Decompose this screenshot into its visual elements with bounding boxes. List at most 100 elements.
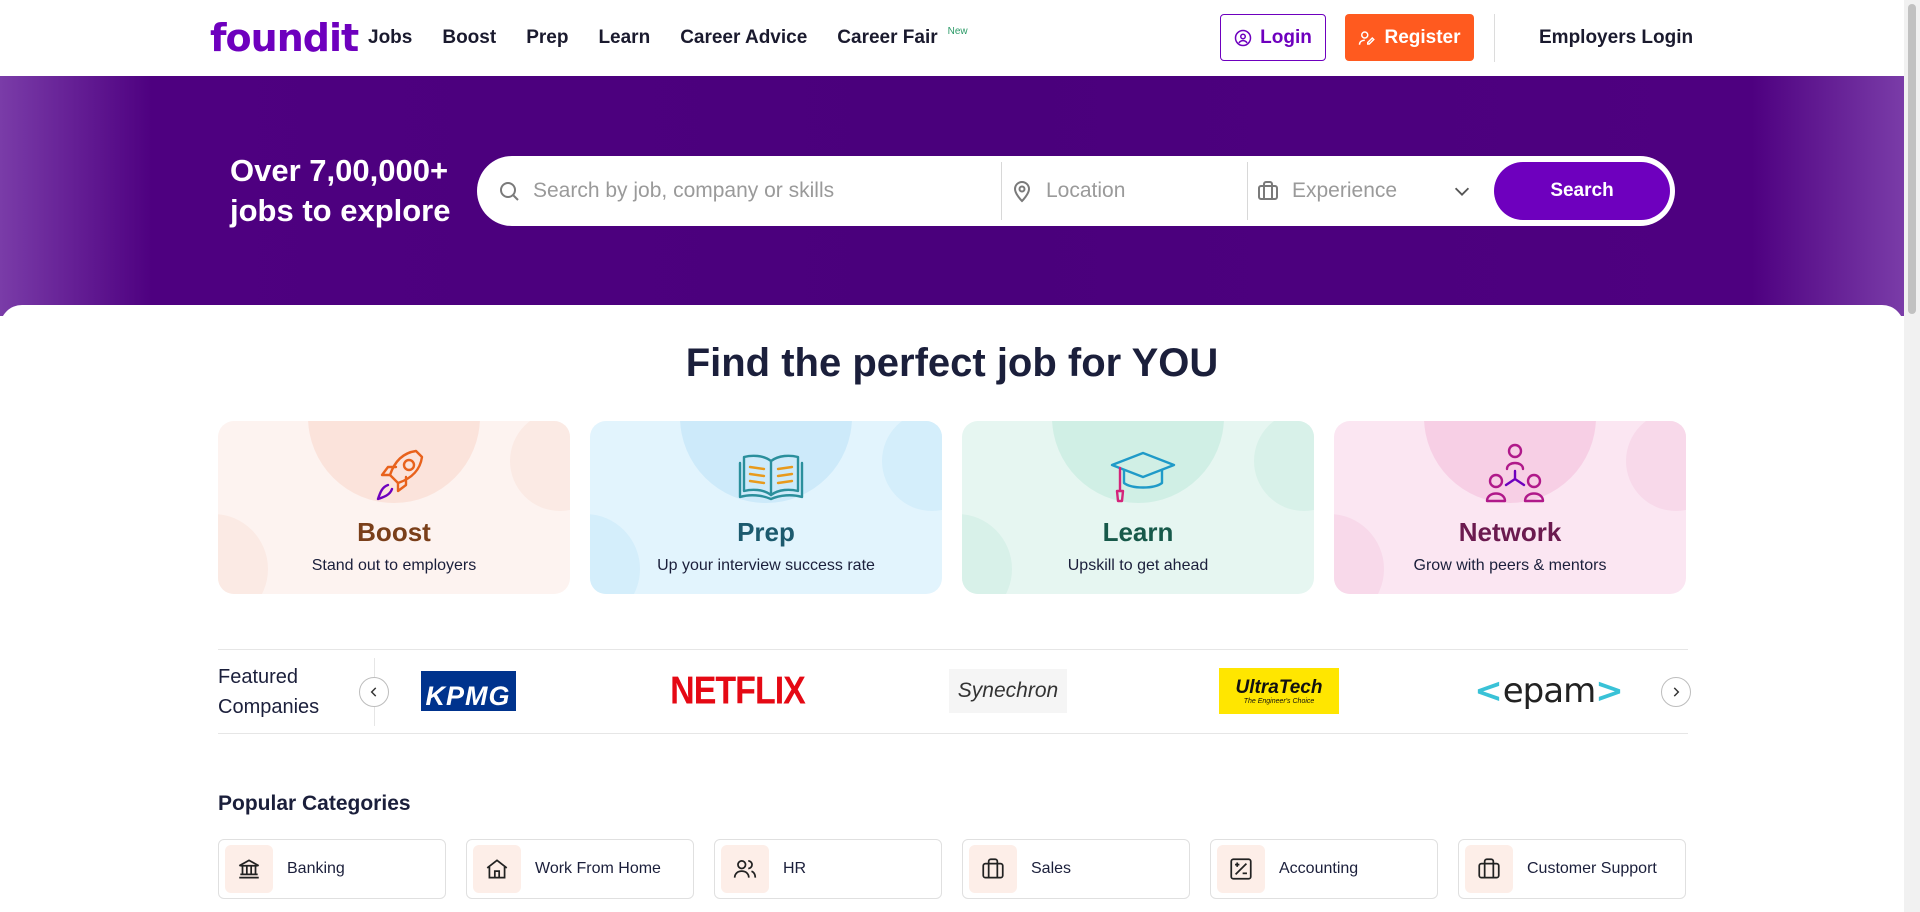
- category-customer-support[interactable]: Customer Support: [1458, 839, 1686, 899]
- keyword-search-input[interactable]: [533, 179, 853, 203]
- hero-title-line1: Over 7,00,000+: [230, 153, 449, 188]
- category-banking[interactable]: Banking: [218, 839, 446, 899]
- category-label: Banking: [287, 860, 345, 877]
- briefcase-icon: [1478, 858, 1500, 879]
- kpmg-logo-text: KPMG: [425, 681, 511, 711]
- location-input[interactable]: [1046, 179, 1226, 203]
- graduation-cap-icon: [1110, 451, 1176, 503]
- rocket-icon: [376, 449, 424, 501]
- ultratech-logo: UltraTech The Engineer's Choice: [1219, 668, 1339, 714]
- chevron-left-icon: [370, 687, 377, 697]
- category-work-from-home[interactable]: Work From Home: [466, 839, 694, 899]
- user-circle-icon: [1234, 29, 1252, 46]
- category-sales[interactable]: Sales: [962, 839, 1190, 899]
- company-logo-netflix[interactable]: NETFLIX: [670, 666, 806, 716]
- company-logo-ultratech[interactable]: UltraTech The Engineer's Choice: [1219, 666, 1339, 716]
- category-label: Work From Home: [535, 860, 661, 877]
- company-logo-kpmg[interactable]: KPMG: [419, 666, 517, 716]
- category-label: Accounting: [1279, 860, 1359, 877]
- card-decoration: [882, 421, 942, 511]
- card-boost[interactable]: Boost Stand out to employers: [218, 421, 570, 594]
- logo-text: foundit: [210, 16, 359, 60]
- carousel-prev-button[interactable]: [359, 677, 389, 707]
- category-label: Sales: [1031, 860, 1072, 877]
- hero-title: Over 7,00,000+ jobs to explore: [230, 151, 450, 231]
- category-label: Customer Support: [1527, 860, 1657, 877]
- card-title: Network: [1458, 517, 1562, 547]
- category-label: HR: [783, 860, 807, 877]
- home-icon: [486, 859, 508, 879]
- search-icon: [500, 182, 519, 201]
- ultratech-tagline: The Engineer's Choice: [1243, 697, 1315, 705]
- card-decoration: [510, 421, 570, 511]
- nav-jobs[interactable]: Jobs: [368, 26, 412, 50]
- category-icon-box: [969, 845, 1017, 893]
- carousel-next-button[interactable]: [1661, 677, 1691, 707]
- netflix-logo-text: NETFLIX: [670, 668, 806, 713]
- network-people-icon: [1485, 443, 1545, 503]
- category-list: Banking Work From Home HR Sales Accounti…: [218, 839, 1686, 899]
- experience-placeholder: Experience: [1292, 179, 1398, 202]
- register-button[interactable]: Register: [1345, 14, 1474, 61]
- company-logo-epam[interactable]: < epam >: [1474, 666, 1623, 716]
- hero-title-line2: jobs to explore: [230, 193, 451, 228]
- card-learn[interactable]: Learn Upskill to get ahead: [962, 421, 1314, 594]
- main-content: Find the perfect job for YOU Boost Stand…: [0, 305, 1904, 912]
- bank-icon: [238, 859, 260, 879]
- main-nav: Jobs Boost Prep Learn Career Advice Care…: [368, 26, 968, 50]
- location-pin-icon: [1013, 181, 1031, 203]
- nav-learn[interactable]: Learn: [598, 26, 650, 50]
- featured-companies: Featured Companies KPMG NETFLIX Synechro…: [218, 649, 1691, 734]
- epam-bracket-right: >: [1595, 671, 1624, 711]
- search-button[interactable]: Search: [1494, 162, 1670, 220]
- epam-bracket-left: <: [1474, 671, 1503, 711]
- category-accounting[interactable]: Accounting: [1210, 839, 1438, 899]
- card-prep[interactable]: Prep Up your interview success rate: [590, 421, 942, 594]
- register-label: Register: [1384, 26, 1461, 48]
- card-decoration: [1626, 421, 1686, 511]
- card-title: Prep: [737, 517, 795, 547]
- login-label: Login: [1260, 26, 1312, 48]
- ultratech-logo-text: UltraTech: [1235, 676, 1323, 698]
- synechron-logo-text: Synechron: [957, 679, 1059, 702]
- card-title: Boost: [357, 517, 431, 547]
- top-header: foundit Jobs Boost Prep Learn Career Adv…: [0, 0, 1904, 76]
- card-title: Learn: [1102, 517, 1174, 547]
- nav-career-fair[interactable]: Career Fair New: [837, 26, 967, 50]
- page-scrollbar[interactable]: [1904, 0, 1920, 912]
- login-button[interactable]: Login: [1220, 14, 1326, 61]
- nav-career-fair-label: Career Fair: [837, 27, 938, 48]
- scrollbar-thumb[interactable]: [1908, 4, 1916, 314]
- calculator-icon: [1230, 858, 1252, 880]
- nav-prep[interactable]: Prep: [526, 26, 568, 50]
- card-subtitle: Up your interview success rate: [657, 557, 875, 574]
- nav-boost[interactable]: Boost: [442, 26, 496, 50]
- card-network[interactable]: Network Grow with peers & mentors: [1334, 421, 1686, 594]
- category-icon-box: [721, 845, 769, 893]
- chevron-down-icon: [1454, 187, 1470, 196]
- category-icon-box: [225, 845, 273, 893]
- kpmg-logo: KPMG: [420, 671, 516, 711]
- card-subtitle: Stand out to employers: [311, 557, 477, 574]
- chevron-right-icon: [1673, 687, 1680, 697]
- header-divider: [1494, 14, 1495, 62]
- synechron-logo: Synechron: [949, 669, 1067, 713]
- feature-cards: Boost Stand out to employers Prep Up you…: [218, 421, 1686, 594]
- card-decoration: [1254, 421, 1314, 511]
- experience-select[interactable]: Experience: [1247, 162, 1493, 220]
- category-icon-box: [473, 845, 521, 893]
- nav-career-advice[interactable]: Career Advice: [680, 26, 807, 50]
- people-icon: [733, 860, 757, 878]
- hero-banner: Over 7,00,000+ jobs to explore Experienc…: [0, 76, 1904, 316]
- company-logo-synechron[interactable]: Synechron: [948, 666, 1068, 716]
- job-search-bar: Experience Search: [477, 156, 1675, 226]
- new-badge: New: [947, 26, 968, 37]
- employers-login-link[interactable]: Employers Login: [1539, 26, 1693, 50]
- briefcase-icon: [982, 858, 1004, 879]
- category-hr[interactable]: HR: [714, 839, 942, 899]
- open-book-icon: [738, 454, 804, 501]
- popular-categories-title: Popular Categories: [218, 792, 411, 815]
- keyword-field: [497, 156, 997, 226]
- foundit-logo[interactable]: foundit: [210, 14, 359, 62]
- category-icon-box: [1465, 845, 1513, 893]
